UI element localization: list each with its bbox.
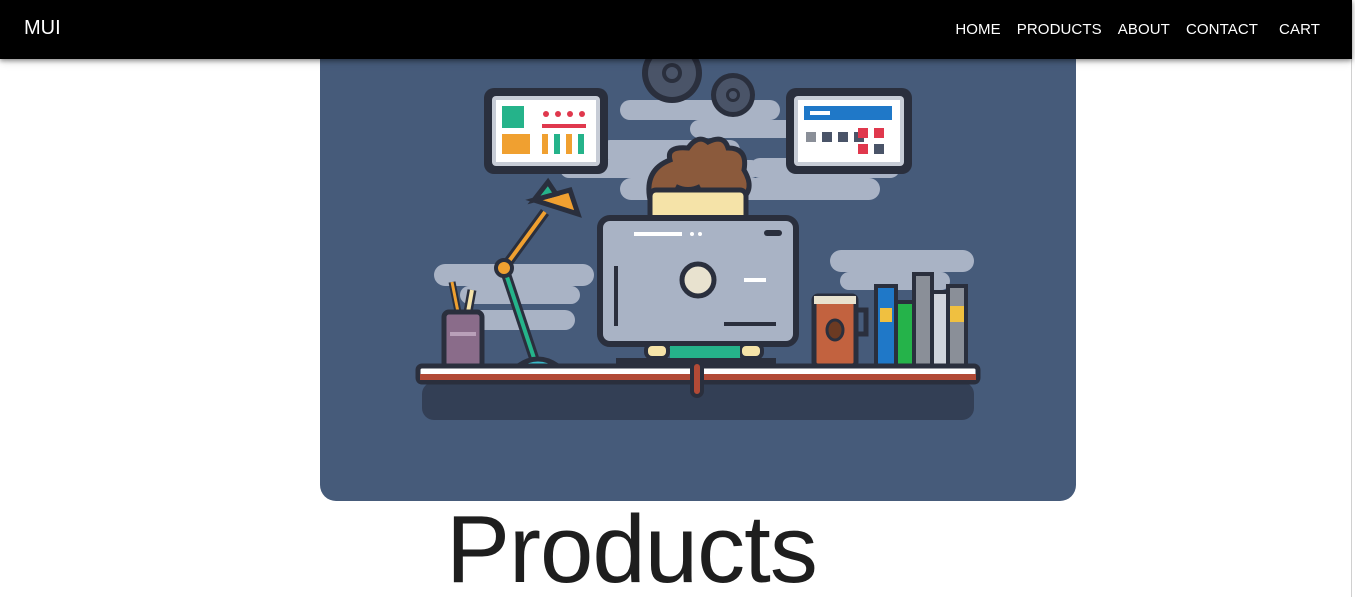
book-stack: [874, 272, 968, 370]
nav-about-link[interactable]: ABOUT: [1118, 20, 1170, 40]
right-wall-screen: [786, 88, 912, 174]
app-bar: MUI HOME PRODUCTS ABOUT CONTACT CART: [0, 0, 1352, 59]
hero-image: [320, 40, 1076, 501]
developer-at-desk-illustration: [415, 43, 981, 420]
page-title: Products: [446, 496, 818, 603]
brand-logo[interactable]: MUI: [24, 16, 61, 40]
nav-home-link[interactable]: HOME: [955, 20, 1000, 40]
left-wall-screen: [484, 88, 608, 174]
page-scrollbar[interactable]: [1351, 0, 1355, 597]
coffee-mug: [811, 293, 869, 369]
laptop: [597, 215, 799, 368]
nav-products-link[interactable]: PRODUCTS: [1017, 20, 1102, 40]
desk: [415, 360, 981, 420]
nav-contact-link[interactable]: CONTACT: [1186, 20, 1258, 40]
nav-cart-link[interactable]: CART: [1279, 20, 1320, 40]
main-nav: HOME PRODUCTS ABOUT CONTACT CART: [939, 0, 1320, 59]
